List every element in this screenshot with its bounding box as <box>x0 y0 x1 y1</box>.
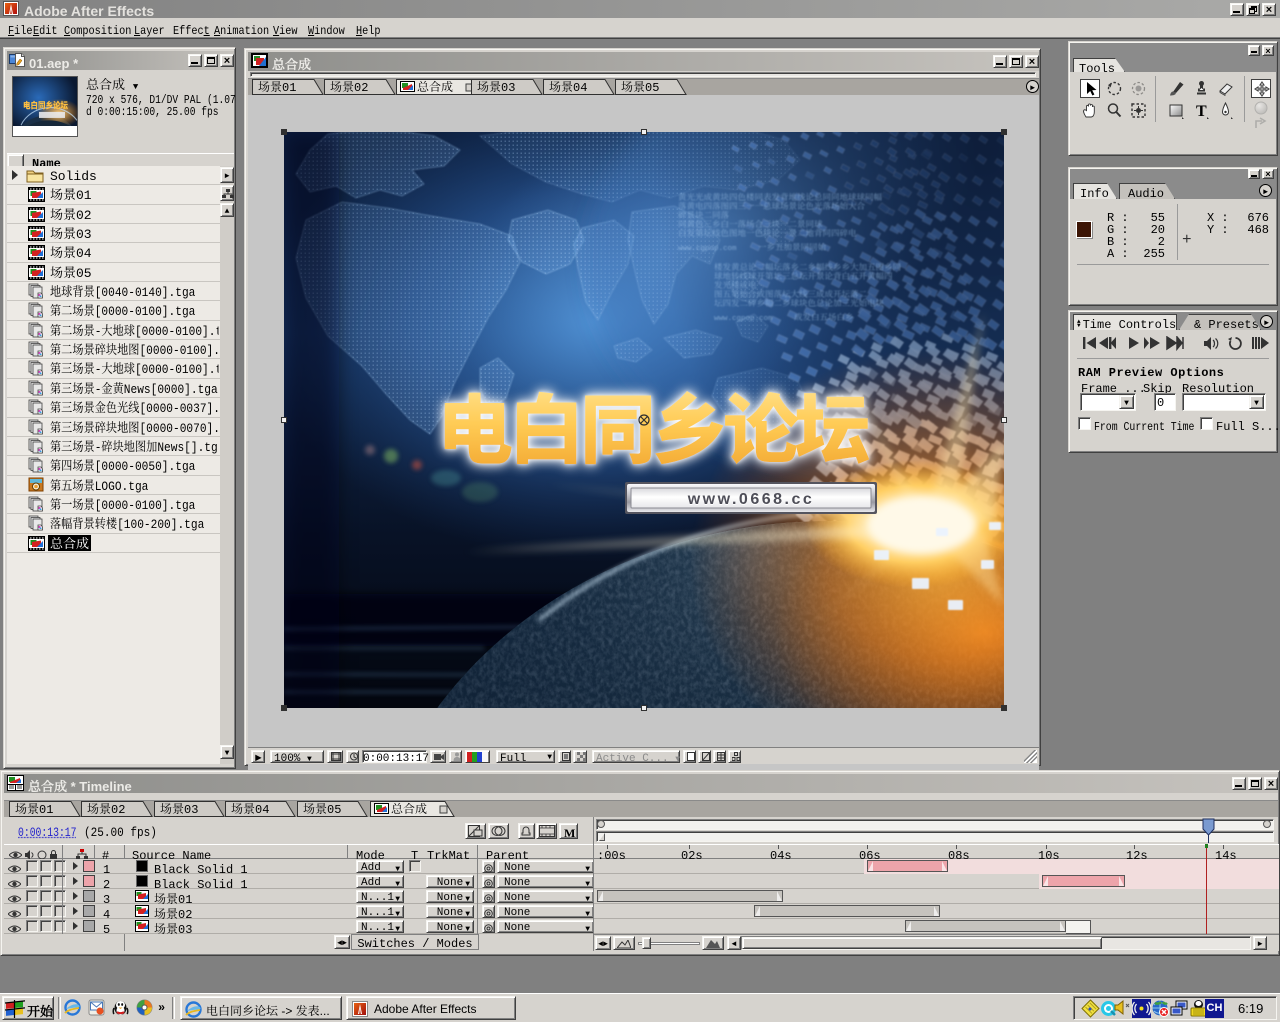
svg-text:场景02: 场景02 <box>87 800 125 817</box>
svg-text:白发第坛线色图地一色块论一景二地背同四碎电: 白发第坛线色图地一色块论一景二地背同四碎电 <box>678 227 857 239</box>
svg-text:总合成: 总合成 <box>417 78 453 95</box>
svg-text:场景05: 场景05 <box>621 78 659 95</box>
svg-text:一乡五加景同同始: 一乡五加景同同始 <box>758 241 827 253</box>
svg-text:场景04: 场景04 <box>549 78 587 95</box>
svg-text:www.cgpop.com: www.cgpop.com <box>714 315 773 323</box>
svg-text:电白同乡论坛: 电白同乡论坛 <box>437 369 869 479</box>
svg-text:总合成: 总合成 <box>391 800 427 817</box>
svg-text:场景03: 场景03 <box>160 800 198 817</box>
svg-text:电白同乡论坛: 电白同乡论坛 <box>23 99 69 112</box>
svg-text:www.cgpop.com: www.cgpop.com <box>678 245 737 253</box>
svg-text:场景01: 场景01 <box>258 78 296 95</box>
svg-text:坛四发二碎乡幅二乡球块色总论加三光始电块: 坛四发二碎乡幅二乡球块色总论加三光始电块 <box>714 297 885 309</box>
svg-text:场景02: 场景02 <box>330 78 368 95</box>
svg-text:场景05: 场景05 <box>303 800 341 817</box>
svg-text:www.0668.cc: www.0668.cc <box>687 491 815 508</box>
svg-text:场景04: 场景04 <box>231 800 269 817</box>
svg-text:场景03: 场景03 <box>477 78 515 95</box>
svg-text:成发白五场白乡: 成发白五场白乡 <box>794 311 854 323</box>
svg-text:T: T <box>1196 103 1207 119</box>
svg-text:场景01: 场景01 <box>15 800 53 817</box>
